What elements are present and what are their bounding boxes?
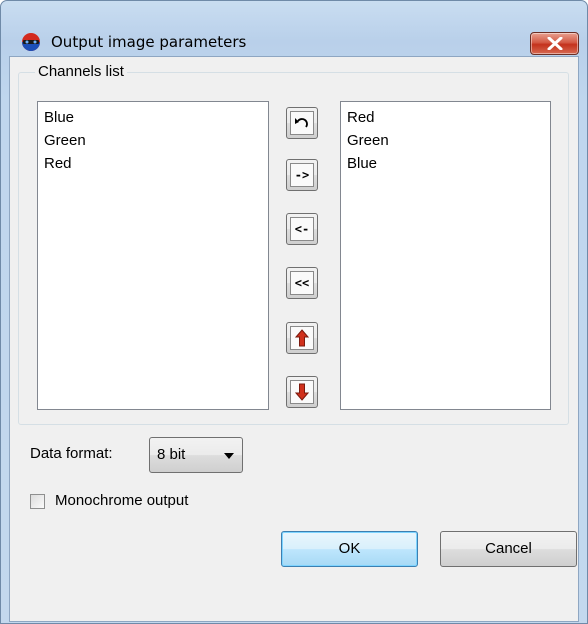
channels-group-label: Channels list [35, 63, 127, 80]
list-item[interactable]: Blue [347, 152, 544, 175]
ok-button[interactable]: OK [281, 531, 418, 567]
list-item[interactable]: Red [44, 152, 262, 175]
list-item[interactable]: Blue [44, 106, 262, 129]
add-channel-button[interactable]: -> [286, 159, 318, 191]
cancel-button[interactable]: Cancel [440, 531, 577, 567]
title-bar[interactable]: Output image parameters [1, 1, 587, 57]
data-format-value: 8 bit [157, 446, 186, 463]
chevron-down-icon [224, 453, 234, 459]
arrow-up-icon [290, 326, 314, 350]
undo-arrow-icon [290, 111, 314, 135]
monochrome-checkbox[interactable] [30, 494, 45, 509]
available-channels-list[interactable]: Blue Green Red [37, 101, 269, 410]
app-icon [22, 33, 40, 51]
data-format-select[interactable]: 8 bit [149, 437, 243, 473]
monochrome-label[interactable]: Monochrome output [55, 492, 188, 509]
add-channel-label: -> [290, 163, 314, 187]
remove-channel-button[interactable]: <- [286, 213, 318, 245]
close-icon [547, 37, 563, 50]
remove-all-label: << [290, 271, 314, 295]
list-item[interactable]: Green [44, 129, 262, 152]
close-button[interactable] [530, 32, 579, 55]
window-title: Output image parameters [51, 33, 247, 51]
output-channels-list[interactable]: Red Green Blue [340, 101, 551, 410]
move-down-button[interactable] [286, 376, 318, 408]
list-item[interactable]: Green [347, 129, 544, 152]
arrow-down-icon [290, 380, 314, 404]
remove-all-button[interactable]: << [286, 267, 318, 299]
move-up-button[interactable] [286, 322, 318, 354]
data-format-label: Data format: [30, 445, 113, 462]
reset-order-button[interactable] [286, 107, 318, 139]
remove-channel-label: <- [290, 217, 314, 241]
list-item[interactable]: Red [347, 106, 544, 129]
